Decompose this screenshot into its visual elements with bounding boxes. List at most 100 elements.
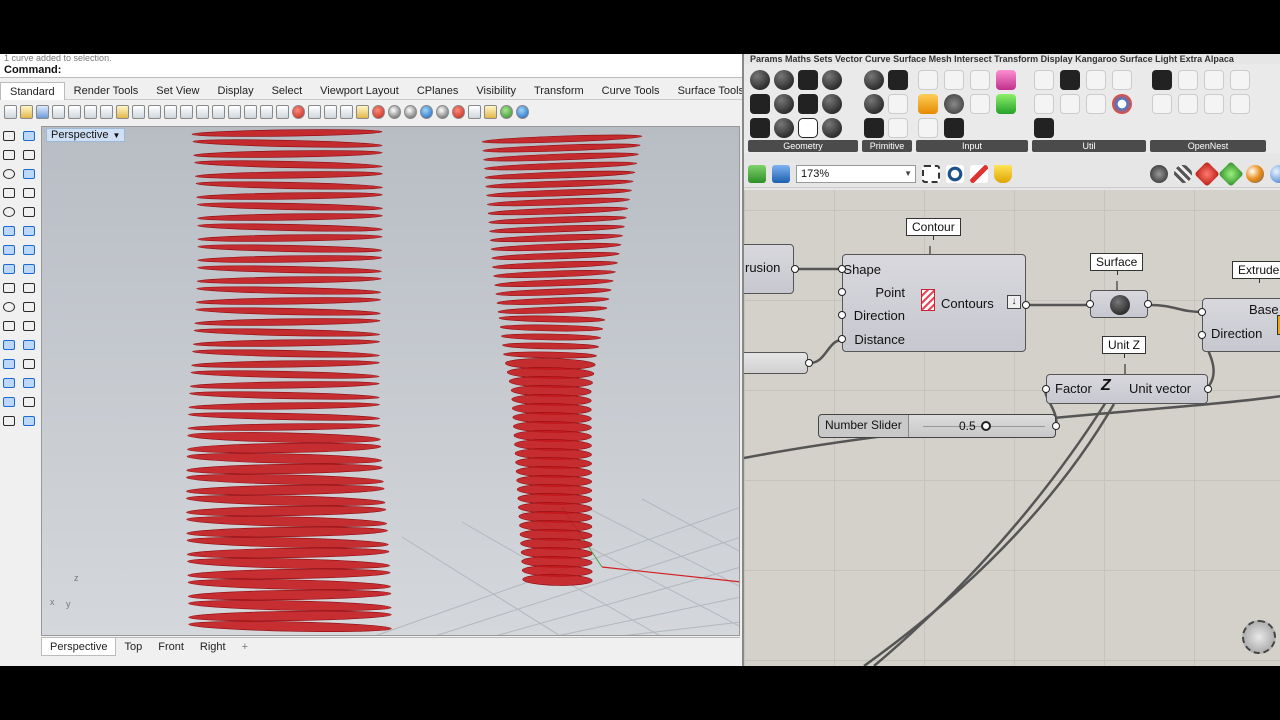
surface-param-icon[interactable] — [774, 118, 794, 138]
input-panel-partial[interactable] — [744, 352, 808, 374]
opennest-shape-icon[interactable] — [1204, 70, 1224, 90]
opennest-sheet-icon[interactable] — [1178, 70, 1198, 90]
preview-wire-icon[interactable] — [1150, 164, 1168, 183]
contour-port-shape[interactable] — [838, 265, 846, 273]
opennest-circles-icon[interactable] — [1230, 94, 1250, 114]
render-tools-icon[interactable] — [1, 413, 16, 427]
galapagos-icon[interactable] — [1060, 70, 1080, 90]
layout-icon[interactable] — [21, 413, 36, 427]
command-line[interactable]: Command: — [0, 62, 742, 78]
print-icon[interactable] — [52, 105, 65, 119]
tab-cplanes[interactable]: CPlanes — [408, 82, 468, 100]
geometry-param-icon[interactable] — [750, 70, 770, 90]
cut-icon[interactable] — [84, 105, 97, 119]
tab-transform[interactable]: Transform — [525, 82, 593, 100]
named-view-icon[interactable] — [308, 105, 321, 119]
grasshopper-icon[interactable] — [500, 105, 513, 119]
browser-icon[interactable] — [1112, 94, 1132, 114]
four-view-icon[interactable] — [276, 105, 289, 119]
zoom-level-field[interactable]: 173% ▼ — [796, 164, 916, 183]
help-icon[interactable] — [516, 105, 529, 119]
unit-z-component[interactable]: Factor Z Unit vector — [1046, 374, 1208, 404]
plane-param-icon[interactable] — [798, 94, 818, 114]
slider-grip[interactable] — [981, 421, 991, 431]
arrow-icon[interactable] — [1086, 94, 1106, 114]
opennest-nest-icon[interactable] — [1152, 70, 1172, 90]
tab-standard[interactable]: Standard — [0, 82, 65, 100]
integer-param-icon[interactable] — [864, 94, 884, 114]
paste-icon[interactable] — [116, 105, 129, 119]
unit-z-port-factor[interactable] — [1042, 385, 1050, 393]
analyze-icon[interactable] — [1, 375, 16, 389]
scale-icon[interactable] — [21, 356, 36, 370]
extrude-port-direction[interactable] — [1198, 331, 1206, 339]
properties-icon[interactable] — [388, 105, 401, 119]
ellipse-icon[interactable] — [1, 204, 16, 218]
polygon-icon[interactable] — [21, 185, 36, 199]
grasshopper-canvas[interactable]: rusion Contour Shape Point Direction Dis… — [744, 190, 1280, 666]
text-param-icon[interactable] — [888, 70, 908, 90]
contour-component[interactable]: Shape Point Direction Distance Contours … — [842, 254, 1026, 352]
wireframe-icon[interactable] — [404, 105, 417, 119]
rotate-view-icon[interactable] — [260, 105, 273, 119]
light-icon[interactable] — [484, 105, 497, 119]
tab-set-view[interactable]: Set View — [147, 82, 208, 100]
contour-port-output[interactable] — [1022, 301, 1030, 309]
trim-icon[interactable] — [21, 280, 36, 294]
line-icon[interactable] — [1, 147, 16, 161]
sketch-pen-icon[interactable] — [970, 164, 988, 183]
gradient-icon[interactable] — [944, 118, 964, 138]
point-param-icon[interactable] — [822, 94, 842, 114]
rectangle-icon[interactable] — [1, 185, 16, 199]
select-arrow-icon[interactable] — [1, 128, 16, 142]
md-slider-icon[interactable] — [996, 94, 1016, 114]
extrude-port-base[interactable] — [1198, 308, 1206, 316]
arc-icon[interactable] — [21, 204, 36, 218]
zoom-extents-icon[interactable] — [922, 164, 940, 183]
toggle-icon[interactable] — [944, 70, 964, 90]
tab-surface-tools[interactable]: Surface Tools — [669, 82, 742, 100]
mesh-param-icon[interactable] — [774, 94, 794, 114]
array-icon[interactable] — [21, 337, 36, 351]
vp-tab-top[interactable]: Top — [116, 638, 150, 656]
loft-icon[interactable] — [21, 261, 36, 275]
line-param-icon[interactable] — [750, 94, 770, 114]
boolean-icon[interactable] — [1, 299, 16, 313]
curve-param-icon[interactable] — [798, 70, 818, 90]
join-icon[interactable] — [21, 318, 36, 332]
vp-tab-right[interactable]: Right — [192, 638, 234, 656]
preview-shaded-icon[interactable] — [1194, 160, 1220, 187]
surface-port-output[interactable] — [1144, 300, 1152, 308]
vp-tab-perspective[interactable]: Perspective — [41, 638, 117, 656]
osnap-icon[interactable] — [468, 105, 481, 119]
surface-param-component[interactable] — [1090, 290, 1148, 318]
surface-icon[interactable] — [1, 223, 16, 237]
cluster-icon[interactable] — [1034, 70, 1054, 90]
vector-param-icon[interactable] — [822, 118, 842, 138]
tab-render-tools[interactable]: Render Tools — [65, 82, 148, 100]
canvas-navigation-icon[interactable] — [1242, 620, 1276, 654]
zoom-selected-icon[interactable] — [244, 105, 257, 119]
knob-icon[interactable] — [944, 94, 964, 114]
number-param-icon[interactable] — [864, 118, 884, 138]
graph-mapper-icon[interactable] — [918, 94, 938, 114]
extrude-icon[interactable] — [21, 223, 36, 237]
zoom-window-icon[interactable] — [212, 105, 225, 119]
check-icon[interactable] — [21, 394, 36, 408]
polyline-icon[interactable] — [21, 147, 36, 161]
point-icon[interactable] — [21, 128, 36, 142]
vp-tab-front[interactable]: Front — [150, 638, 192, 656]
panel-output-port[interactable] — [805, 359, 813, 367]
tab-curve-tools[interactable]: Curve Tools — [593, 82, 669, 100]
import-icon[interactable] — [68, 105, 81, 119]
open-file-icon[interactable] — [748, 164, 766, 183]
twisted-box-param-icon[interactable] — [798, 118, 818, 138]
redo-icon[interactable] — [164, 105, 177, 119]
zoom-icon[interactable] — [196, 105, 209, 119]
extrusion-component[interactable]: rusion — [744, 244, 794, 294]
save-icon[interactable] — [36, 105, 49, 119]
contour-port-direction[interactable] — [838, 311, 846, 319]
transform-icon[interactable] — [1, 337, 16, 351]
split-icon[interactable] — [21, 299, 36, 313]
box-icon[interactable] — [1, 242, 16, 256]
